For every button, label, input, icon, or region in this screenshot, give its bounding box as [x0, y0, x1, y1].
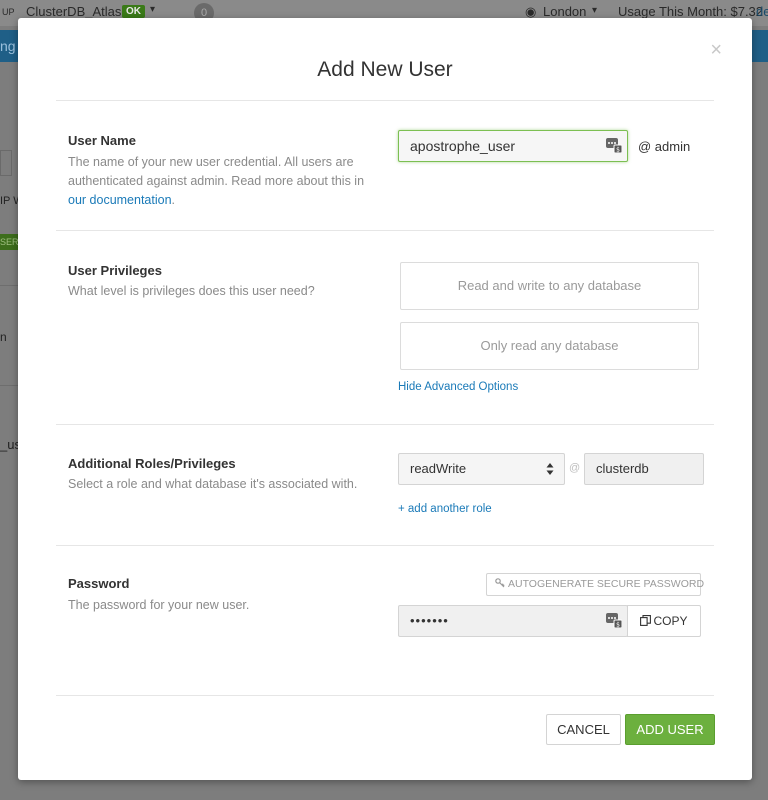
divider [56, 230, 714, 231]
add-another-role-link[interactable]: + add another role [398, 503, 492, 515]
password-description: The password for your new user. [68, 598, 250, 612]
username-input[interactable]: apostrophe_user [398, 130, 628, 162]
bg-input-frag [0, 150, 12, 176]
additional-roles-title: Additional Roles/Privileges [68, 456, 236, 471]
bg-divider [0, 385, 20, 386]
divider [56, 695, 714, 696]
divider [56, 424, 714, 425]
user-name-description: The name of your new user credential. Al… [68, 155, 365, 207]
password-input[interactable]: ••••••• [398, 605, 628, 637]
copy-icon [640, 615, 652, 626]
at-admin-label: @ admin [638, 139, 691, 154]
svg-text:$: $ [616, 622, 620, 629]
svg-text:$: $ [616, 147, 620, 154]
bg-cluster-status: OK [122, 5, 145, 18]
role-select[interactable]: readWrite [398, 453, 565, 485]
close-icon[interactable]: × [710, 40, 722, 60]
divider [56, 545, 714, 546]
autogenerate-password-button[interactable]: AUTOGENERATE SECURE PASSWORD [486, 573, 705, 596]
password-title: Password [68, 576, 130, 591]
additional-roles-description: Select a role and what database it's ass… [68, 477, 358, 491]
at-symbol: @ [569, 462, 581, 474]
bg-usage: Usage This Month: $7.32 [618, 4, 764, 19]
database-input[interactable]: clusterdb [584, 453, 704, 485]
bg-divider [0, 285, 20, 286]
key-icon [495, 578, 505, 588]
password-manager-icon[interactable]: $ [606, 613, 622, 628]
password-manager-icon[interactable]: $ [606, 138, 622, 153]
autogenerate-label: AUTOGENERATE SECURE PASSWORD [508, 578, 705, 590]
user-privileges-title: User Privileges [68, 263, 162, 278]
select-arrows-icon [546, 463, 554, 475]
bg-region-caret-icon: ▾ [592, 5, 598, 16]
read-write-any-database-button[interactable]: Read and write to any database [400, 262, 699, 310]
bg-group-suffix: UP [2, 7, 15, 17]
copy-password-button[interactable]: COPY [627, 605, 701, 637]
documentation-link[interactable]: our documentation [68, 193, 172, 207]
bg-n-fragment: n [0, 330, 7, 344]
role-select-value: readWrite [410, 461, 467, 476]
cancel-button[interactable]: CANCEL [546, 714, 621, 745]
add-user-button[interactable]: ADD USER [625, 714, 715, 745]
bg-usage-suffix: de [756, 4, 768, 19]
user-privileges-description: What level is privileges does this user … [68, 284, 315, 298]
modal-title: Add New User [317, 58, 453, 81]
copy-label: COPY [653, 614, 688, 628]
user-name-title: User Name [68, 133, 136, 148]
add-user-modal: × Add New User User Name The name of you… [18, 18, 752, 780]
bg-region: London [543, 4, 587, 19]
hide-advanced-options-link[interactable]: Hide Advanced Options [398, 381, 518, 393]
read-only-any-database-button[interactable]: Only read any database [400, 322, 699, 370]
bg-caret-icon: ▾ [150, 4, 156, 15]
bg-user-badge: SER [0, 234, 19, 250]
bg-cluster-name: ClusterDB_Atlas [26, 4, 122, 19]
divider [56, 100, 714, 101]
